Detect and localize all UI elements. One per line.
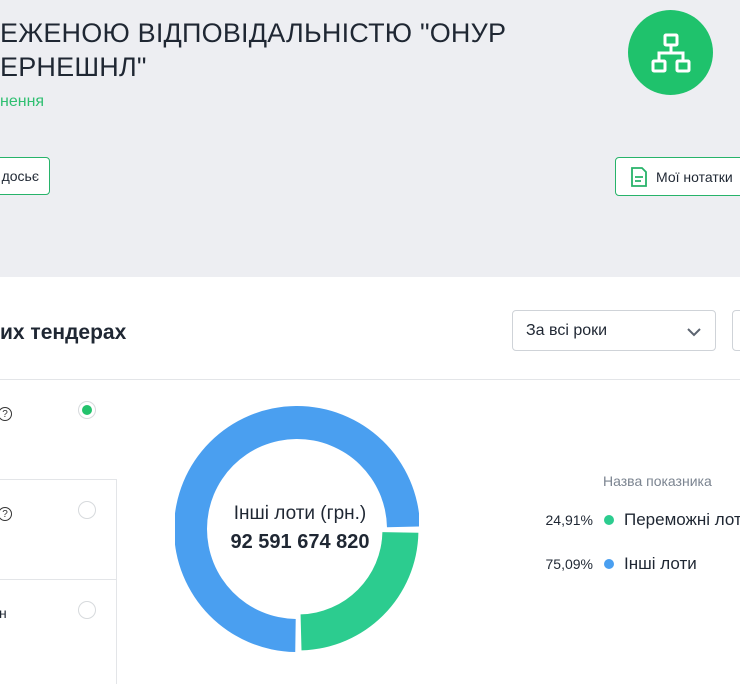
donut-center-value: 92 591 674 820 bbox=[230, 531, 370, 553]
company-header: ЕЖЕНОЮ ВІДПОВІДАЛЬНІСТЮ "ОНУР ЕРНЕШНЛ" н… bbox=[0, 0, 740, 277]
section-title: их тендерах bbox=[0, 321, 127, 344]
org-structure-icon bbox=[628, 10, 713, 95]
my-notes-label: Мої нотатки bbox=[656, 168, 733, 185]
note-icon bbox=[630, 166, 648, 187]
section-divider bbox=[0, 379, 740, 380]
company-title: ЕЖЕНОЮ ВІДПОВІДАЛЬНІСТЮ "ОНУР ЕРНЕШНЛ" bbox=[0, 18, 507, 82]
legend-percent: 24,91% bbox=[545, 512, 593, 528]
panel-border bbox=[116, 479, 117, 684]
panel-divider bbox=[0, 579, 117, 580]
help-icon[interactable]: ? bbox=[0, 407, 12, 421]
my-notes-button[interactable]: Мої нотатки bbox=[615, 157, 740, 196]
company-subtitle[interactable]: нення bbox=[0, 93, 44, 111]
legend-dot bbox=[604, 515, 614, 525]
donut-hole bbox=[212, 444, 382, 614]
option-radio-3[interactable] bbox=[78, 601, 96, 619]
secondary-filter-select[interactable] bbox=[732, 310, 740, 351]
legend-label: Інші лоти bbox=[624, 554, 697, 573]
option-label-3: н bbox=[0, 605, 7, 621]
legend-percent: 75,09% bbox=[545, 556, 593, 572]
option-radio-1[interactable] bbox=[78, 401, 96, 419]
chevron-down-icon bbox=[685, 323, 703, 346]
legend-title: Назва показника bbox=[603, 473, 712, 489]
year-filter-value: За всі роки bbox=[526, 321, 608, 339]
legend-label: Переможні лоти bbox=[624, 510, 740, 529]
legend-dot bbox=[604, 559, 614, 569]
donut-chart bbox=[175, 406, 419, 652]
dossier-button[interactable]: досьє bbox=[0, 157, 50, 195]
help-icon[interactable]: ? bbox=[0, 507, 12, 521]
year-filter-select[interactable]: За всі роки bbox=[512, 310, 716, 351]
donut-center-label: Інші лоти (грн.) bbox=[233, 503, 367, 524]
panel-divider bbox=[0, 479, 117, 480]
legend-item-winning-lots[interactable]: 24,91% Переможні лоти bbox=[520, 510, 740, 530]
dossier-button-label: досьє bbox=[1, 168, 39, 184]
legend-item-other-lots[interactable]: 75,09% Інші лоти bbox=[520, 554, 697, 574]
option-radio-2[interactable] bbox=[78, 501, 96, 519]
